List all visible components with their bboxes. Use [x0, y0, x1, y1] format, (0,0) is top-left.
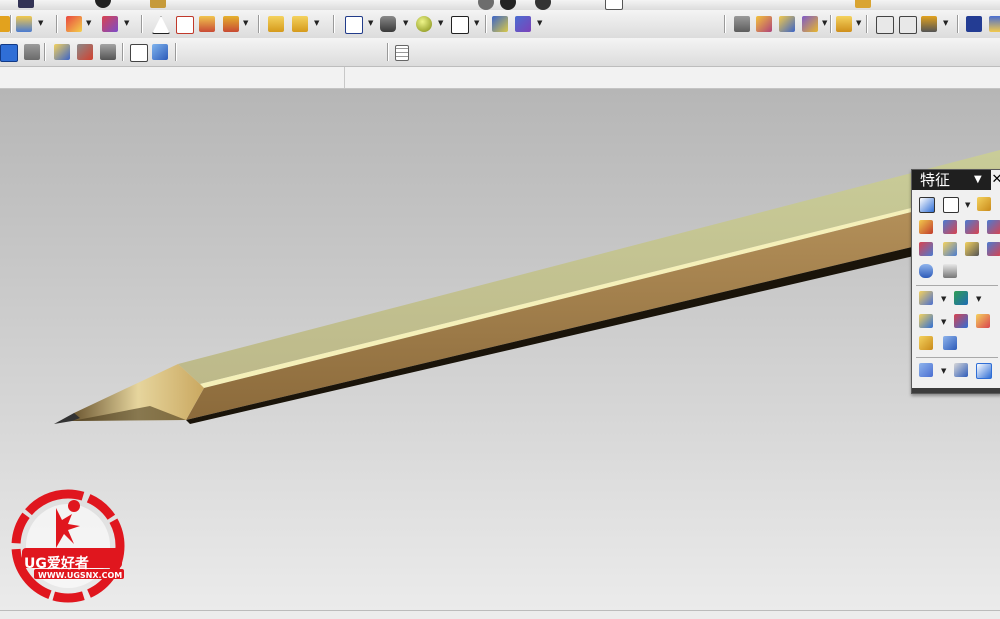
- pocket-icon[interactable]: [965, 242, 979, 256]
- unite-icon[interactable]: [919, 291, 933, 305]
- tool-icon[interactable]: [150, 0, 166, 8]
- part-icon[interactable]: [0, 16, 10, 32]
- pencil-ridge-highlight: [200, 186, 1000, 388]
- view-icon[interactable]: [734, 16, 750, 32]
- plane-icon[interactable]: [380, 16, 396, 32]
- pencil-top-face: [178, 150, 1000, 384]
- square-icon[interactable]: [451, 16, 469, 34]
- arrow-icon[interactable]: [515, 16, 531, 32]
- feature-panel-title: 特征: [920, 171, 951, 189]
- subtract-icon[interactable]: [954, 291, 968, 305]
- window-icon[interactable]: [345, 16, 363, 34]
- groove-icon[interactable]: [919, 264, 933, 278]
- ball-icon[interactable]: [95, 0, 111, 8]
- filter-icon[interactable]: [24, 44, 40, 60]
- trim-icon[interactable]: [919, 363, 933, 377]
- measure-icon-2[interactable]: [899, 16, 917, 34]
- shell-icon[interactable]: [976, 314, 990, 328]
- snap-icon[interactable]: [989, 16, 1000, 32]
- snap-point-icon[interactable]: [77, 44, 93, 60]
- wrench-icon[interactable]: [100, 44, 116, 60]
- tree-icon[interactable]: [921, 16, 937, 32]
- pattern-icon[interactable]: [976, 363, 992, 379]
- boss-icon[interactable]: [943, 242, 957, 256]
- layer-list-icon[interactable]: [966, 16, 982, 32]
- layer-icon[interactable]: [492, 16, 508, 32]
- arrow-icon[interactable]: [18, 0, 34, 8]
- panel-bottom-edge: [912, 388, 1000, 393]
- cube-icon[interactable]: [152, 44, 168, 60]
- feature-panel-header[interactable]: 特征 ▼ ✕: [912, 170, 1000, 190]
- curve-icon[interactable]: [836, 16, 852, 32]
- select-dropdown-icon[interactable]: [0, 44, 18, 62]
- sketch-icon[interactable]: [919, 197, 935, 213]
- mirror-icon[interactable]: [954, 363, 968, 377]
- shade-icon[interactable]: [199, 16, 215, 32]
- hole-icon[interactable]: [919, 242, 933, 256]
- cylinder-icon[interactable]: [965, 220, 979, 234]
- dark-ball-icon-2[interactable]: [535, 0, 551, 10]
- pencil-side-face: [186, 190, 1000, 420]
- tab-strip: [0, 67, 1000, 89]
- box-icon[interactable]: [130, 44, 148, 62]
- page-icon[interactable]: [605, 0, 623, 10]
- block-icon[interactable]: [943, 220, 957, 234]
- feature-icon-2[interactable]: [292, 16, 308, 32]
- ug-logo: [11, 489, 125, 603]
- curve-icon[interactable]: [855, 0, 871, 8]
- block-icon[interactable]: [66, 16, 82, 32]
- main-toolbar: ▼ ▼ ▼ ▼ ▼ ▼ ▼ ▼ ▼ ▼ ▼ ▼ ▼: [0, 10, 1000, 39]
- pencil-model[interactable]: [0, 89, 1000, 610]
- panel-options-icon[interactable]: ▼: [974, 170, 982, 190]
- group-icon[interactable]: [223, 16, 239, 32]
- datum-icon[interactable]: [943, 197, 959, 213]
- move-icon[interactable]: [756, 16, 772, 32]
- offset-icon[interactable]: [943, 336, 957, 350]
- graphics-viewport[interactable]: [0, 89, 1000, 610]
- logo-url-text: WWW.UGSNX.COM: [38, 571, 123, 580]
- thread-icon[interactable]: [943, 264, 957, 278]
- measure-icon[interactable]: [876, 16, 894, 34]
- feature-icon[interactable]: [268, 16, 284, 32]
- revolve-icon[interactable]: [919, 220, 933, 234]
- chamfer-icon[interactable]: [954, 314, 968, 328]
- logo-brand-text: UG爱好者: [24, 556, 89, 572]
- shade-ball-icon[interactable]: [478, 0, 494, 10]
- cone-icon[interactable]: [987, 220, 1000, 234]
- close-icon[interactable]: ✕: [991, 170, 1000, 190]
- draft-icon[interactable]: [919, 336, 933, 350]
- grid-icon[interactable]: [395, 45, 409, 61]
- align-icon[interactable]: [779, 16, 795, 32]
- selection-toolbar: [0, 38, 1000, 97]
- sphere-icon[interactable]: [416, 16, 432, 32]
- feature-toolbar-panel: 特征 ▼ ✕ ▼ ▼ ▼ ▼ ▼: [911, 169, 1000, 394]
- assembly-icon[interactable]: [16, 16, 32, 32]
- tab-divider: [344, 67, 345, 88]
- palette-icon[interactable]: [802, 16, 818, 32]
- point-icon[interactable]: [54, 44, 70, 60]
- cylinder-icon[interactable]: [102, 16, 118, 32]
- sheet-icon[interactable]: [176, 16, 194, 34]
- edge-blend-icon[interactable]: [919, 314, 933, 328]
- pencil-bottom-face: [186, 226, 1000, 424]
- dark-ball-icon[interactable]: [500, 0, 516, 10]
- extrude-icon[interactable]: [977, 197, 991, 211]
- pad-icon[interactable]: [987, 242, 1000, 256]
- triangle-icon[interactable]: [152, 16, 170, 34]
